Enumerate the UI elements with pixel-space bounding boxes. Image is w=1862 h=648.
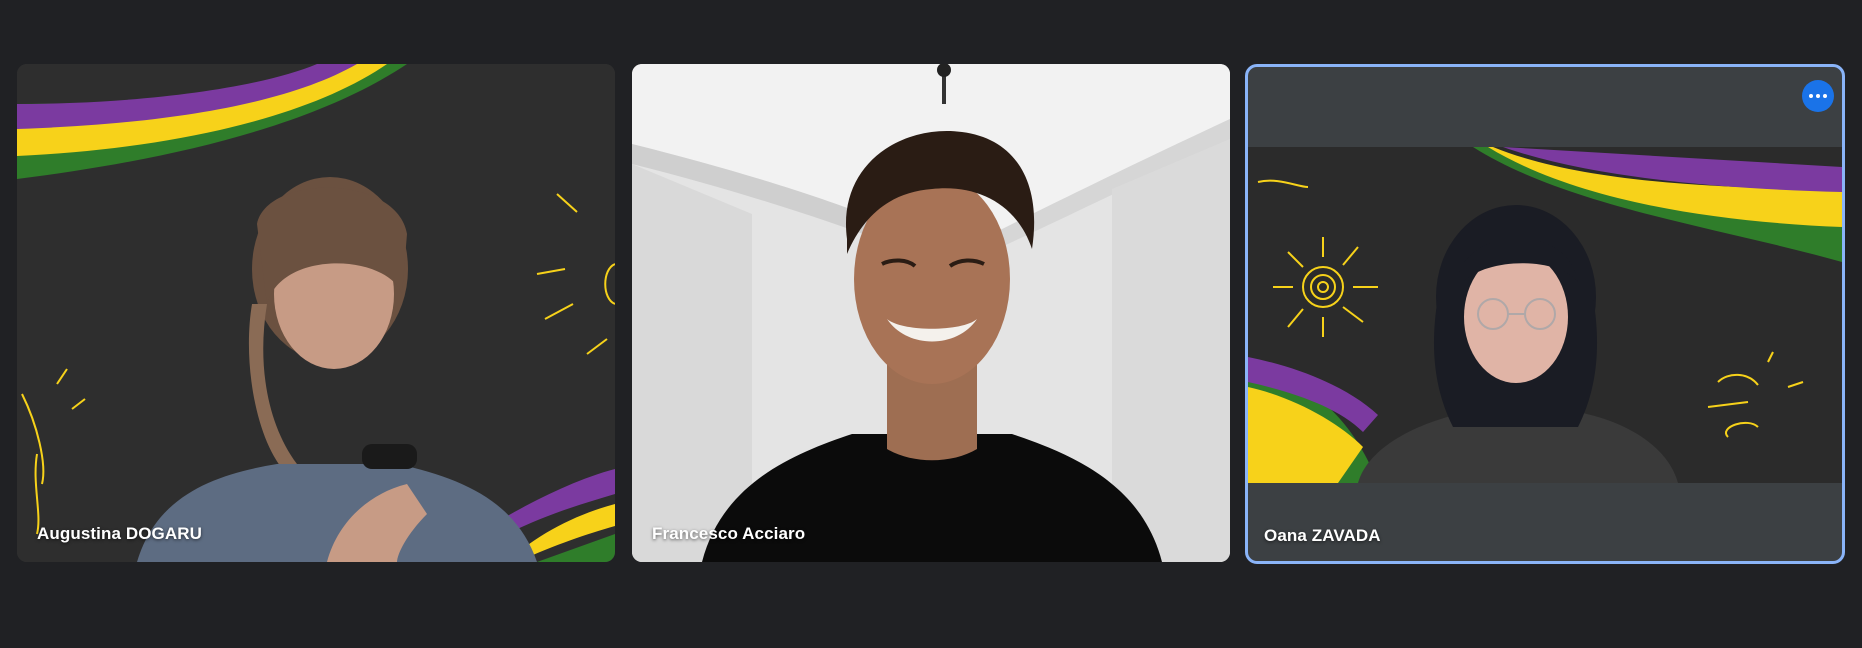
participant-tile-1[interactable]: Augustina DOGARU xyxy=(17,64,615,562)
meeting-stage: Augustina DOGARU Francesco Acciaro Oana … xyxy=(0,0,1862,648)
participant-name-1: Augustina DOGARU xyxy=(37,524,202,543)
participant-tile-3[interactable]: Oana ZAVADA xyxy=(1245,64,1845,564)
more-horizontal-icon xyxy=(1809,94,1813,98)
participant-video-3 xyxy=(1248,147,1842,483)
participant-video-1 xyxy=(17,64,615,562)
more-dot xyxy=(1816,94,1820,98)
participant-tile-2[interactable]: Francesco Acciaro xyxy=(632,64,1230,562)
participant-name-2: Francesco Acciaro xyxy=(652,524,806,543)
more-dot xyxy=(1823,94,1827,98)
participant-name-3: Oana ZAVADA xyxy=(1264,526,1381,545)
participant-video-2 xyxy=(632,64,1230,562)
more-options-button[interactable] xyxy=(1802,80,1834,112)
